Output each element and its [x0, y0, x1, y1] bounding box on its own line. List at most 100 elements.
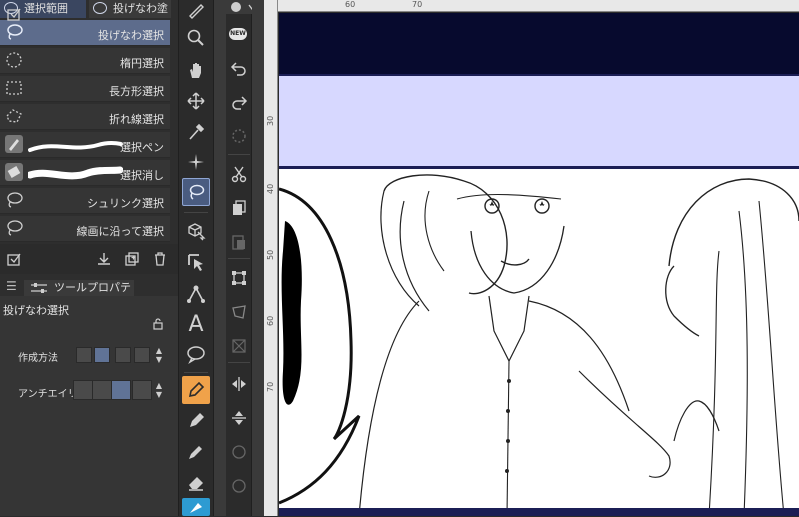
- panel-gutter: [214, 0, 226, 516]
- ellipse-select-icon: [5, 51, 23, 69]
- flip-horizontal-button[interactable]: [228, 372, 250, 396]
- sub-tool-label: 楕円選択: [120, 57, 164, 70]
- flip-horizontal-icon: [232, 377, 246, 391]
- flip-vertical-button[interactable]: [228, 406, 250, 430]
- sub-tool-label: 選択ペン: [120, 141, 164, 154]
- duplicate-icon[interactable]: [124, 251, 140, 267]
- creation-method-label: 作成方法: [18, 353, 58, 364]
- undo-button[interactable]: [228, 56, 250, 80]
- antialias-spinner[interactable]: ▲ ▼: [154, 381, 164, 399]
- eyedropper-icon: [189, 123, 205, 140]
- check-box-icon[interactable]: [6, 251, 22, 267]
- command-divider: [228, 258, 250, 259]
- rectangle-select-icon: [5, 79, 23, 97]
- sub-tool-selection-eraser[interactable]: 選択消し: [0, 160, 170, 186]
- rotate-button[interactable]: [228, 440, 250, 464]
- redo-button[interactable]: [228, 90, 250, 114]
- tool-fill[interactable]: [182, 498, 210, 516]
- tool-pencil[interactable]: [182, 407, 210, 435]
- tool-move[interactable]: [182, 87, 210, 115]
- fill-icon: [190, 503, 202, 513]
- pencil-icon: [189, 4, 204, 19]
- polyline-select-icon: [5, 107, 23, 125]
- tool-balloon[interactable]: [182, 340, 210, 368]
- antialias-strong-button[interactable]: [132, 380, 152, 400]
- tool-text[interactable]: A: [182, 310, 210, 338]
- antialias-weak-button[interactable]: [92, 380, 112, 400]
- lock-icon[interactable]: [152, 318, 164, 330]
- tool-divider: [184, 372, 208, 373]
- sub-tool-polyline-select[interactable]: 折れ線選択: [0, 104, 170, 130]
- sub-tool-label: シュリンク選択: [87, 197, 164, 210]
- copy-button[interactable]: [228, 196, 250, 220]
- mode-subtract-selection-button[interactable]: [115, 347, 131, 363]
- trash-icon[interactable]: [152, 251, 168, 267]
- sub-tool-shrink-select[interactable]: シュリンク選択: [0, 188, 170, 214]
- rotate-reset-icon: [232, 479, 246, 493]
- tool-auto-action[interactable]: [182, 148, 210, 176]
- tool-operation[interactable]: [182, 248, 210, 276]
- antialias-medium-button[interactable]: [111, 380, 131, 400]
- tab-lasso-fill[interactable]: 投げなわ塗: [89, 0, 171, 18]
- sparkle-icon: [188, 154, 204, 170]
- sub-tool-selection-pen[interactable]: 選択ペン: [0, 132, 170, 158]
- tool-selection[interactable]: [182, 178, 210, 206]
- tool-eraser[interactable]: [182, 468, 210, 496]
- pencil-icon: [190, 413, 204, 427]
- sub-tool-line-select[interactable]: 線画に沿って選択: [0, 216, 170, 242]
- vector-nodes-icon: [187, 285, 205, 303]
- mode-intersect-selection-button[interactable]: [134, 347, 150, 363]
- tool-zoom[interactable]: [182, 24, 210, 52]
- text-icon: A: [188, 311, 204, 337]
- canvas[interactable]: [279, 13, 799, 516]
- tool-brush[interactable]: [182, 438, 210, 466]
- tool-pen[interactable]: [182, 376, 210, 404]
- brush-stroke-preview: [28, 141, 123, 152]
- tool-divider: [184, 212, 208, 213]
- pen-nib-icon: [188, 381, 205, 398]
- tool-hand[interactable]: [182, 56, 210, 84]
- antialias-none-button[interactable]: [73, 380, 93, 400]
- import-icon[interactable]: [96, 251, 112, 267]
- paste-button[interactable]: [228, 230, 250, 254]
- creation-method-spinner[interactable]: ▲ ▼: [154, 346, 164, 364]
- ruler-tick-label: 40: [266, 183, 275, 194]
- cube-arrow-icon: [188, 223, 206, 241]
- selection-eraser-icon: [5, 163, 23, 181]
- mode-add-selection-button[interactable]: [94, 347, 110, 363]
- selection-pen-icon: [5, 135, 23, 153]
- scale-icon: [232, 271, 246, 285]
- workspace-gutter: [252, 0, 264, 516]
- sub-tool-ellipse-select[interactable]: 楕円選択: [0, 48, 170, 74]
- transform-button[interactable]: [228, 266, 250, 290]
- lasso-fill-icon: [93, 2, 107, 14]
- undo-icon: [230, 62, 246, 76]
- redo-icon: [232, 96, 248, 110]
- sub-tool-settings-icon[interactable]: [6, 6, 22, 22]
- tab-tool-property[interactable]: ツールプロパティ: [24, 280, 134, 310]
- tool-object[interactable]: [182, 217, 210, 245]
- sub-tool-lasso-select[interactable]: 投げなわ選択: [0, 20, 170, 46]
- speech-balloon-icon: [187, 346, 205, 364]
- panel-menu-icon[interactable]: ☰: [6, 279, 17, 293]
- sub-tool-rectangle-select[interactable]: 長方形選択: [0, 76, 170, 102]
- select-arrow-icon: [188, 254, 203, 271]
- move-arrows-icon: [187, 92, 205, 110]
- free-transform-button[interactable]: [228, 300, 250, 324]
- new-badge[interactable]: NEW: [229, 28, 247, 40]
- copy-icon: [233, 200, 246, 215]
- command-divider: [228, 362, 250, 363]
- horizontal-ruler: [278, 0, 799, 12]
- line-select-icon: [5, 219, 23, 237]
- tool-pen-top[interactable]: [182, 0, 210, 24]
- ruler-tick-label: 60: [266, 315, 275, 326]
- cut-button[interactable]: [228, 162, 250, 186]
- loading-indicator: [228, 124, 250, 148]
- rotate-reset-button[interactable]: [228, 474, 250, 498]
- sub-tool-label: 選択消し: [120, 169, 164, 182]
- tool-vector-control[interactable]: [182, 280, 210, 308]
- sub-tool-label: 長方形選択: [109, 85, 164, 98]
- mode-new-selection-button[interactable]: [76, 347, 92, 363]
- mesh-transform-button[interactable]: [228, 334, 250, 358]
- tool-eyedropper[interactable]: [182, 118, 210, 146]
